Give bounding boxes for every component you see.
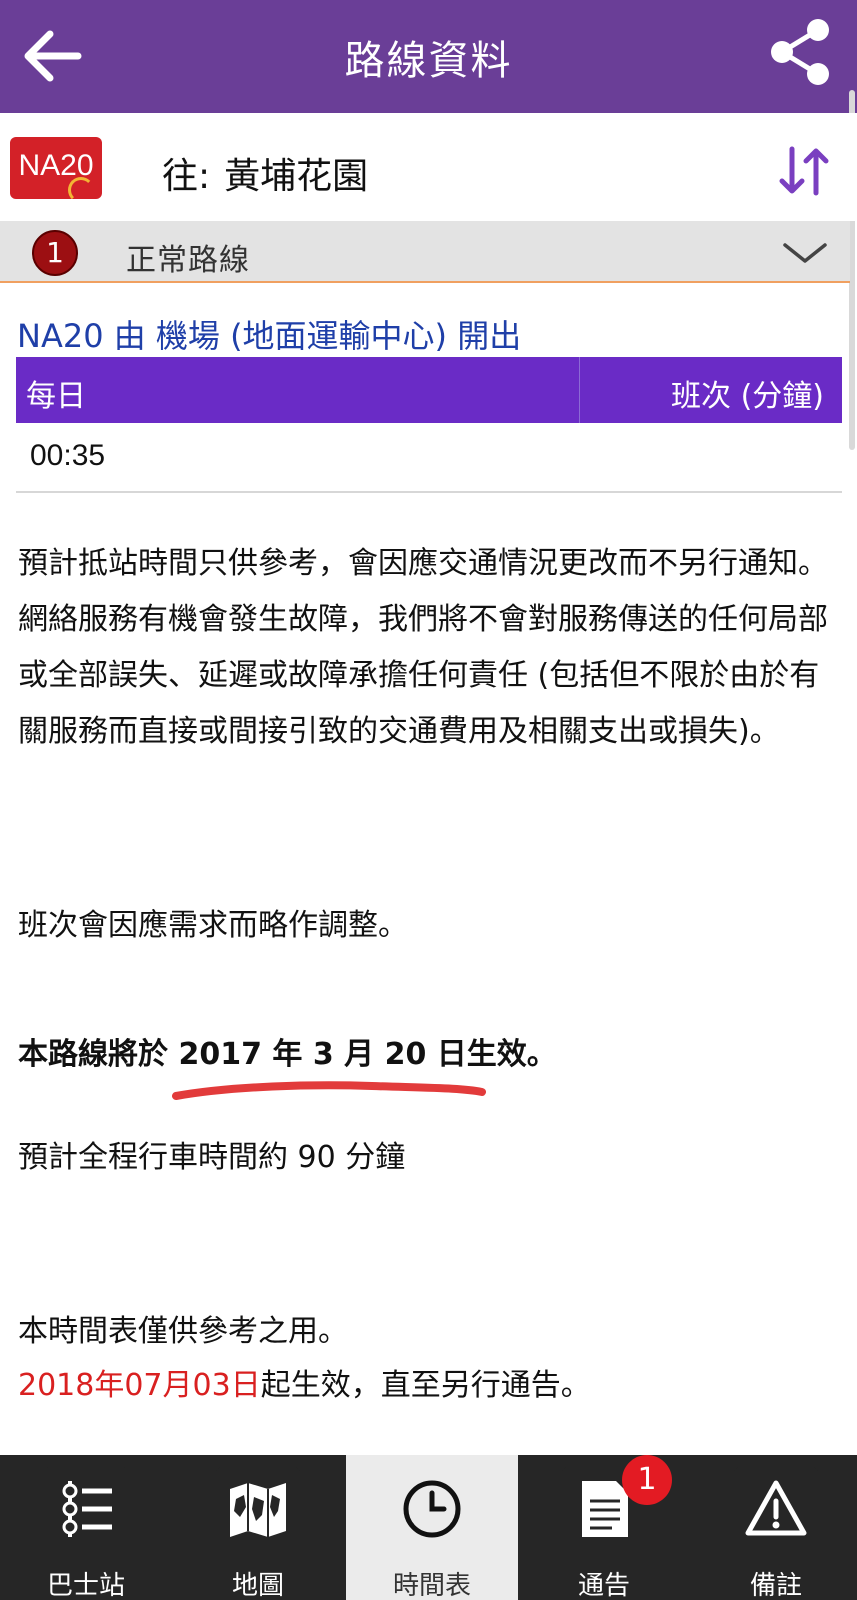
- share-icon[interactable]: [764, 16, 836, 88]
- destination-name: 黃埔花園: [224, 156, 369, 197]
- tab-label: 地圖: [231, 1571, 284, 1600]
- route-destination: 往: 黃埔花園: [162, 147, 368, 199]
- tab-timetable[interactable]: 時間表: [346, 1455, 518, 1600]
- route-variant-selector[interactable]: 1 正常路線: [0, 221, 850, 283]
- tab-remarks[interactable]: 備註: [690, 1455, 857, 1600]
- route-code: NA20: [18, 149, 94, 182]
- header-divider: [579, 357, 580, 423]
- tab-bus-stops[interactable]: 巴士站: [0, 1455, 172, 1600]
- effective-note: 本路線將於 2017 年 3 月 20 日生效。: [18, 1037, 557, 1072]
- header-day: 每日: [26, 379, 86, 414]
- effective-date-line: 2018年07月03日起生效，直至另行通告。: [18, 1358, 591, 1414]
- effective-date: 2018年07月03日: [18, 1368, 261, 1403]
- tab-notices[interactable]: 1 通告: [518, 1455, 690, 1600]
- tab-label: 時間表: [392, 1571, 471, 1600]
- page-title: 路線資料: [344, 38, 513, 84]
- tab-map[interactable]: 地圖: [172, 1455, 344, 1600]
- tab-label: 備註: [749, 1571, 802, 1600]
- route-header: NA20 往: 黃埔花園: [0, 113, 857, 221]
- effective-suffix: 起生效，直至另行通告。: [260, 1368, 591, 1403]
- header-frequency: 班次 (分鐘): [671, 379, 824, 414]
- journey-time-note: 預計全程行車時間約 90 分鐘: [18, 1140, 406, 1175]
- warning-icon: [745, 1480, 807, 1536]
- tab-label: 通告: [577, 1571, 630, 1600]
- frequency-note: 班次會因應需求而略作調整。: [18, 908, 408, 943]
- app-bar: 路線資料: [0, 0, 857, 113]
- table-row: 00:35: [16, 423, 842, 493]
- variant-name: 正常路線: [126, 243, 250, 278]
- direction-label: 往:: [162, 156, 211, 197]
- reference-note: 本時間表僅供參考之用。: [18, 1314, 348, 1349]
- tab-label: 巴士站: [46, 1571, 125, 1600]
- departure-info: NA20 由 機場 (地面運輸中心) 開出: [17, 317, 522, 355]
- red-underline-annotation: [172, 1081, 486, 1100]
- variant-number-badge: 1: [32, 230, 78, 276]
- route-logo-arc-icon: [68, 177, 94, 199]
- map-icon: [230, 1483, 286, 1537]
- chevron-down-icon[interactable]: [782, 241, 828, 265]
- route-badge: NA20: [10, 137, 102, 199]
- departure-time: 00:35: [30, 439, 106, 472]
- bus-stops-list-icon: [62, 1481, 112, 1537]
- disclaimer-text: 預計抵站時間只供參考，會因應交通情況更改而不另行通知。網絡服務有機會發生故障，我…: [18, 546, 828, 749]
- clock-icon: [403, 1480, 461, 1538]
- notice-count-badge: 1: [622, 1455, 672, 1505]
- bottom-navigation: 巴士站 地圖 時間表 1 通告 備註: [0, 1455, 857, 1600]
- timetable-header: 每日 班次 (分鐘): [16, 357, 842, 423]
- swap-direction-icon[interactable]: [776, 143, 832, 199]
